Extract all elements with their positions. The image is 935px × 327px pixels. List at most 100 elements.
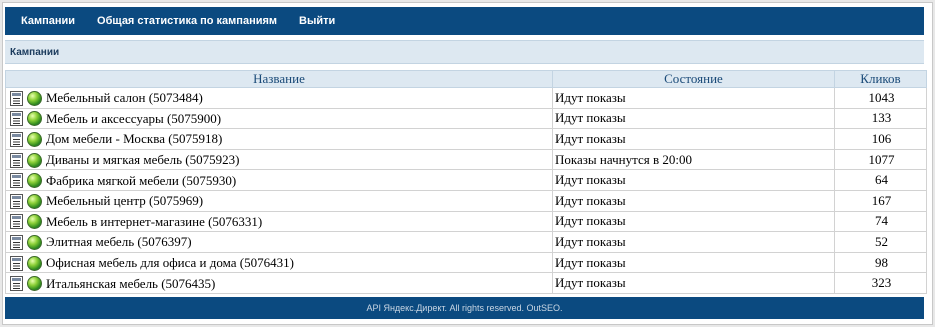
table-row: Дом мебели - Москва (5075918) Идут показы… bbox=[5, 128, 927, 150]
campaign-clicks-cell: 1043 bbox=[834, 87, 927, 109]
globe-icon[interactable] bbox=[27, 255, 42, 271]
globe-icon[interactable] bbox=[27, 111, 42, 127]
campaign-name-cell: Диваны и мягкая мебель (5075923) bbox=[5, 148, 553, 171]
document-stats-icon[interactable] bbox=[10, 90, 23, 106]
campaign-clicks: 64 bbox=[875, 172, 888, 188]
document-stats-icon[interactable] bbox=[10, 131, 23, 147]
campaign-status-cell: Идут показы bbox=[552, 272, 835, 294]
footer-copyright: API Яндекс.Директ. All rights reserved. … bbox=[366, 303, 563, 313]
document-stats-icon[interactable] bbox=[10, 152, 23, 168]
campaign-status-cell: Идут показы bbox=[552, 107, 835, 130]
campaign-status-cell: Показы начнутся в 20:00 bbox=[552, 148, 835, 171]
campaign-name: Мебель в интернет-магазине (5076331) bbox=[46, 213, 263, 229]
campaign-clicks: 1043 bbox=[868, 89, 895, 105]
document-stats-icon[interactable] bbox=[10, 193, 23, 209]
table-header-row: Название Состояние Кликов bbox=[5, 70, 927, 88]
table-row: Мебель в интернет-магазине (5076331) Идут… bbox=[5, 210, 927, 233]
campaign-name: Итальянская мебель (5076435) bbox=[46, 275, 216, 291]
campaign-clicks-cell: 98 bbox=[834, 251, 927, 274]
campaign-name: Мебель и аксессуары (5075900) bbox=[46, 110, 222, 126]
campaign-status: Показы начнутся в 20:00 bbox=[555, 151, 692, 167]
campaign-status-cell: Идут показы bbox=[552, 169, 835, 191]
campaign-status-cell: Идут показы bbox=[552, 128, 835, 150]
campaign-status-cell: Идут показы bbox=[552, 210, 835, 233]
globe-icon[interactable] bbox=[27, 193, 42, 209]
campaign-status: Идут показы bbox=[555, 89, 626, 105]
globe-icon[interactable] bbox=[27, 152, 42, 168]
campaign-name: Мебельный салон (5073484) bbox=[46, 90, 203, 106]
campaign-status: Идут показы bbox=[555, 130, 626, 146]
campaign-clicks: 74 bbox=[875, 213, 888, 229]
campaign-clicks: 167 bbox=[871, 192, 892, 208]
campaign-name: Офисная мебель для офиса и дома (5076431… bbox=[46, 255, 294, 271]
campaign-clicks: 106 bbox=[871, 130, 892, 146]
campaign-clicks-cell: 133 bbox=[834, 107, 927, 130]
column-header-clicks[interactable]: Кликов bbox=[834, 70, 927, 88]
campaign-name-cell: Итальянская мебель (5076435) bbox=[5, 272, 553, 294]
campaign-clicks-cell: 64 bbox=[834, 169, 927, 191]
campaign-name-cell: Фабрика мягкой мебели (5075930) bbox=[5, 169, 553, 191]
campaign-status: Идут показы bbox=[555, 213, 626, 229]
top-navigation: Кампании Общая статистика по кампаниям В… bbox=[5, 7, 924, 35]
campaign-status: Идут показы bbox=[555, 254, 626, 270]
globe-icon[interactable] bbox=[27, 276, 42, 292]
campaign-name: Элитная мебель (5076397) bbox=[46, 234, 192, 250]
table-row: Мебельный салон (5073484) Идут показы 1043 bbox=[5, 87, 927, 109]
campaign-clicks-cell: 1077 bbox=[834, 148, 927, 171]
campaign-clicks-cell: 52 bbox=[834, 231, 927, 253]
table-row: Мебельный центр (5075969) Идут показы 167 bbox=[5, 189, 927, 212]
document-stats-icon[interactable] bbox=[10, 255, 23, 271]
section-title: Кампании bbox=[10, 46, 60, 58]
globe-icon[interactable] bbox=[27, 90, 42, 106]
campaign-clicks: 133 bbox=[871, 110, 892, 126]
campaign-status: Идут показы bbox=[555, 192, 626, 208]
globe-icon[interactable] bbox=[27, 173, 42, 189]
campaign-name-cell: Элитная мебель (5076397) bbox=[5, 231, 553, 253]
campaign-name-cell: Мебельный салон (5073484) bbox=[5, 87, 553, 109]
document-stats-icon[interactable] bbox=[10, 234, 23, 250]
campaign-name: Диваны и мягкая мебель (5075923) bbox=[46, 152, 240, 168]
campaigns-table: Название Состояние Кликов Мебельный сало… bbox=[5, 70, 927, 294]
document-stats-icon[interactable] bbox=[10, 111, 23, 127]
campaign-status: Идут показы bbox=[555, 275, 626, 291]
globe-icon[interactable] bbox=[27, 214, 42, 230]
column-header-name[interactable]: Название bbox=[5, 70, 553, 88]
campaign-clicks: 1077 bbox=[868, 151, 895, 167]
campaign-clicks: 52 bbox=[875, 233, 888, 249]
campaign-clicks-cell: 106 bbox=[834, 128, 927, 150]
campaign-name-cell: Мебельный центр (5075969) bbox=[5, 189, 553, 212]
table-row: Мебель и аксессуары (5075900) Идут показы… bbox=[5, 107, 927, 130]
table-row: Офисная мебель для офиса и дома (5076431… bbox=[5, 251, 927, 274]
campaign-status-cell: Идут показы bbox=[552, 87, 835, 109]
nav-logout-link[interactable]: Выйти bbox=[299, 15, 335, 27]
campaign-name-cell: Мебель в интернет-магазине (5076331) bbox=[5, 210, 553, 233]
campaign-status: Идут показы bbox=[555, 110, 626, 126]
campaign-status-cell: Идут показы bbox=[552, 231, 835, 253]
table-row: Фабрика мягкой мебели (5075930) Идут пока… bbox=[5, 169, 927, 191]
globe-icon[interactable] bbox=[27, 131, 42, 147]
campaign-name: Дом мебели - Москва (5075918) bbox=[46, 131, 223, 147]
campaign-name: Фабрика мягкой мебели (5075930) bbox=[46, 172, 237, 188]
campaign-clicks: 323 bbox=[871, 275, 892, 291]
nav-stats-link[interactable]: Общая статистика по кампаниям bbox=[97, 15, 277, 27]
section-header: Кампании bbox=[5, 40, 924, 64]
campaign-name: Мебельный центр (5075969) bbox=[46, 193, 204, 209]
document-stats-icon[interactable] bbox=[10, 214, 23, 230]
campaign-status-cell: Идут показы bbox=[552, 189, 835, 212]
footer: API Яндекс.Директ. All rights reserved. … bbox=[5, 297, 924, 319]
campaign-name-cell: Дом мебели - Москва (5075918) bbox=[5, 128, 553, 150]
campaign-clicks-cell: 323 bbox=[834, 272, 927, 294]
document-stats-icon[interactable] bbox=[10, 276, 23, 292]
globe-icon[interactable] bbox=[27, 234, 42, 250]
table-row: Элитная мебель (5076397) Идут показы 52 bbox=[5, 231, 927, 253]
table-row: Диваны и мягкая мебель (5075923) Показы н… bbox=[5, 148, 927, 171]
campaign-clicks-cell: 167 bbox=[834, 189, 927, 212]
document-stats-icon[interactable] bbox=[10, 173, 23, 189]
campaign-clicks: 98 bbox=[875, 254, 888, 270]
column-header-status[interactable]: Состояние bbox=[552, 70, 835, 88]
campaign-name-cell: Офисная мебель для офиса и дома (5076431… bbox=[5, 251, 553, 274]
campaign-status: Идут показы bbox=[555, 172, 626, 188]
nav-campaigns-link[interactable]: Кампании bbox=[21, 15, 75, 27]
campaign-name-cell: Мебель и аксессуары (5075900) bbox=[5, 107, 553, 130]
table-row: Итальянская мебель (5076435) Идут показы 3… bbox=[5, 272, 927, 294]
